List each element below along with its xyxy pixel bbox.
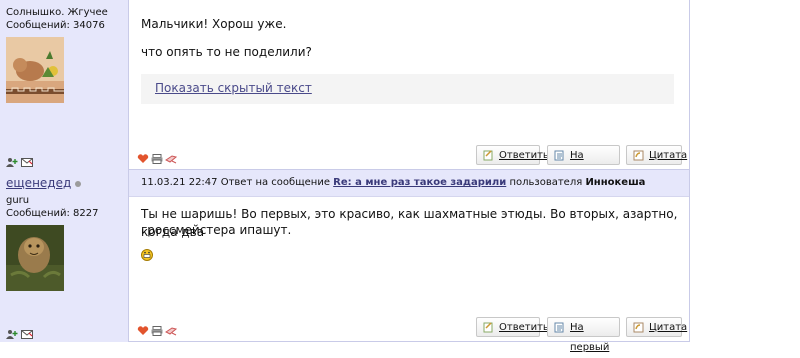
post: Солнышко. Жгучее Сообщений: 34076 Мальчи… [0, 0, 690, 181]
add-friend-icon[interactable] [6, 324, 18, 339]
author-status: Солнышко. Жгучее [6, 7, 108, 18]
heart-icon[interactable] [137, 149, 149, 163]
post-text-line: что опять то не поделили? [141, 45, 312, 59]
reply-to-link[interactable]: Re: а мне раз такое задарили [333, 177, 506, 188]
author-post-count: Сообщений: 34076 [6, 20, 105, 31]
reply-to-prefix: Ответ на сообщение [220, 177, 330, 188]
go-first-label: На первый [570, 322, 610, 353]
post-text-line: гроссмейстера ипашут. [141, 223, 292, 237]
post-text-line: Мальчики! Хорош уже. [141, 17, 287, 31]
print-icon[interactable] [151, 321, 163, 336]
post: ещенедед guru Сообщений: 8227 11.03.21 2… [0, 170, 690, 353]
post-footer: Ответить На первый Цитата [129, 313, 689, 353]
post-content: 11.03.21 22:47 Ответ на сообщение Re: а … [129, 170, 690, 353]
heart-icon[interactable] [137, 321, 149, 335]
author-panel: Солнышко. Жгучее Сообщений: 34076 [0, 0, 129, 170]
quote-button[interactable]: Цитата [626, 145, 687, 165]
go-first-button[interactable]: На первый [547, 145, 620, 181]
reply-user-prefix: пользователя [509, 177, 583, 188]
spoiler-box[interactable]: Показать скрытый текст [141, 74, 674, 104]
reply-button[interactable]: Ответить [476, 145, 549, 165]
post-timestamp: 11.03.21 22:47 [141, 177, 218, 188]
reply-button[interactable]: Ответить [476, 317, 549, 337]
post-header: 11.03.21 22:47 Ответ на сообщение Re: а … [129, 170, 689, 197]
private-message-icon[interactable] [21, 152, 33, 167]
post-action-icons [137, 149, 178, 164]
grin-smiley-icon [141, 249, 153, 261]
author-nick[interactable]: ещенедед [6, 176, 82, 190]
quote-button[interactable]: Цитата [626, 317, 687, 337]
go-first-button[interactable]: На первый [547, 317, 620, 353]
reply-label: Ответить [499, 322, 549, 333]
author-panel: ещенедед guru Сообщений: 8227 [0, 170, 129, 342]
author-actions [6, 324, 33, 339]
avatar[interactable] [6, 225, 64, 291]
offline-status-icon [75, 180, 82, 187]
forum-thread: Солнышко. Жгучее Сообщений: 34076 Мальчи… [0, 0, 690, 354]
author-post-count: Сообщений: 8227 [6, 208, 99, 219]
reply-label: Ответить [499, 150, 549, 161]
post-footer: Ответить На первый Цитата [129, 141, 689, 181]
private-message-icon[interactable] [21, 324, 33, 339]
add-friend-icon[interactable] [6, 152, 18, 167]
author-actions [6, 152, 33, 167]
avatar[interactable] [6, 37, 64, 103]
author-nick-label: ещенедед [6, 176, 72, 190]
post-content: Мальчики! Хорош уже. что опять то не под… [129, 0, 690, 181]
report-icon[interactable] [165, 321, 178, 336]
quote-label: Цитата [649, 322, 688, 333]
reply-user: Иннокеша [585, 177, 646, 188]
quote-label: Цитата [649, 150, 688, 161]
show-hidden-text-link[interactable]: Показать скрытый текст [155, 81, 312, 95]
post-action-icons [137, 321, 178, 336]
print-icon[interactable] [151, 149, 163, 164]
report-icon[interactable] [165, 149, 178, 164]
author-status: guru [6, 195, 30, 206]
